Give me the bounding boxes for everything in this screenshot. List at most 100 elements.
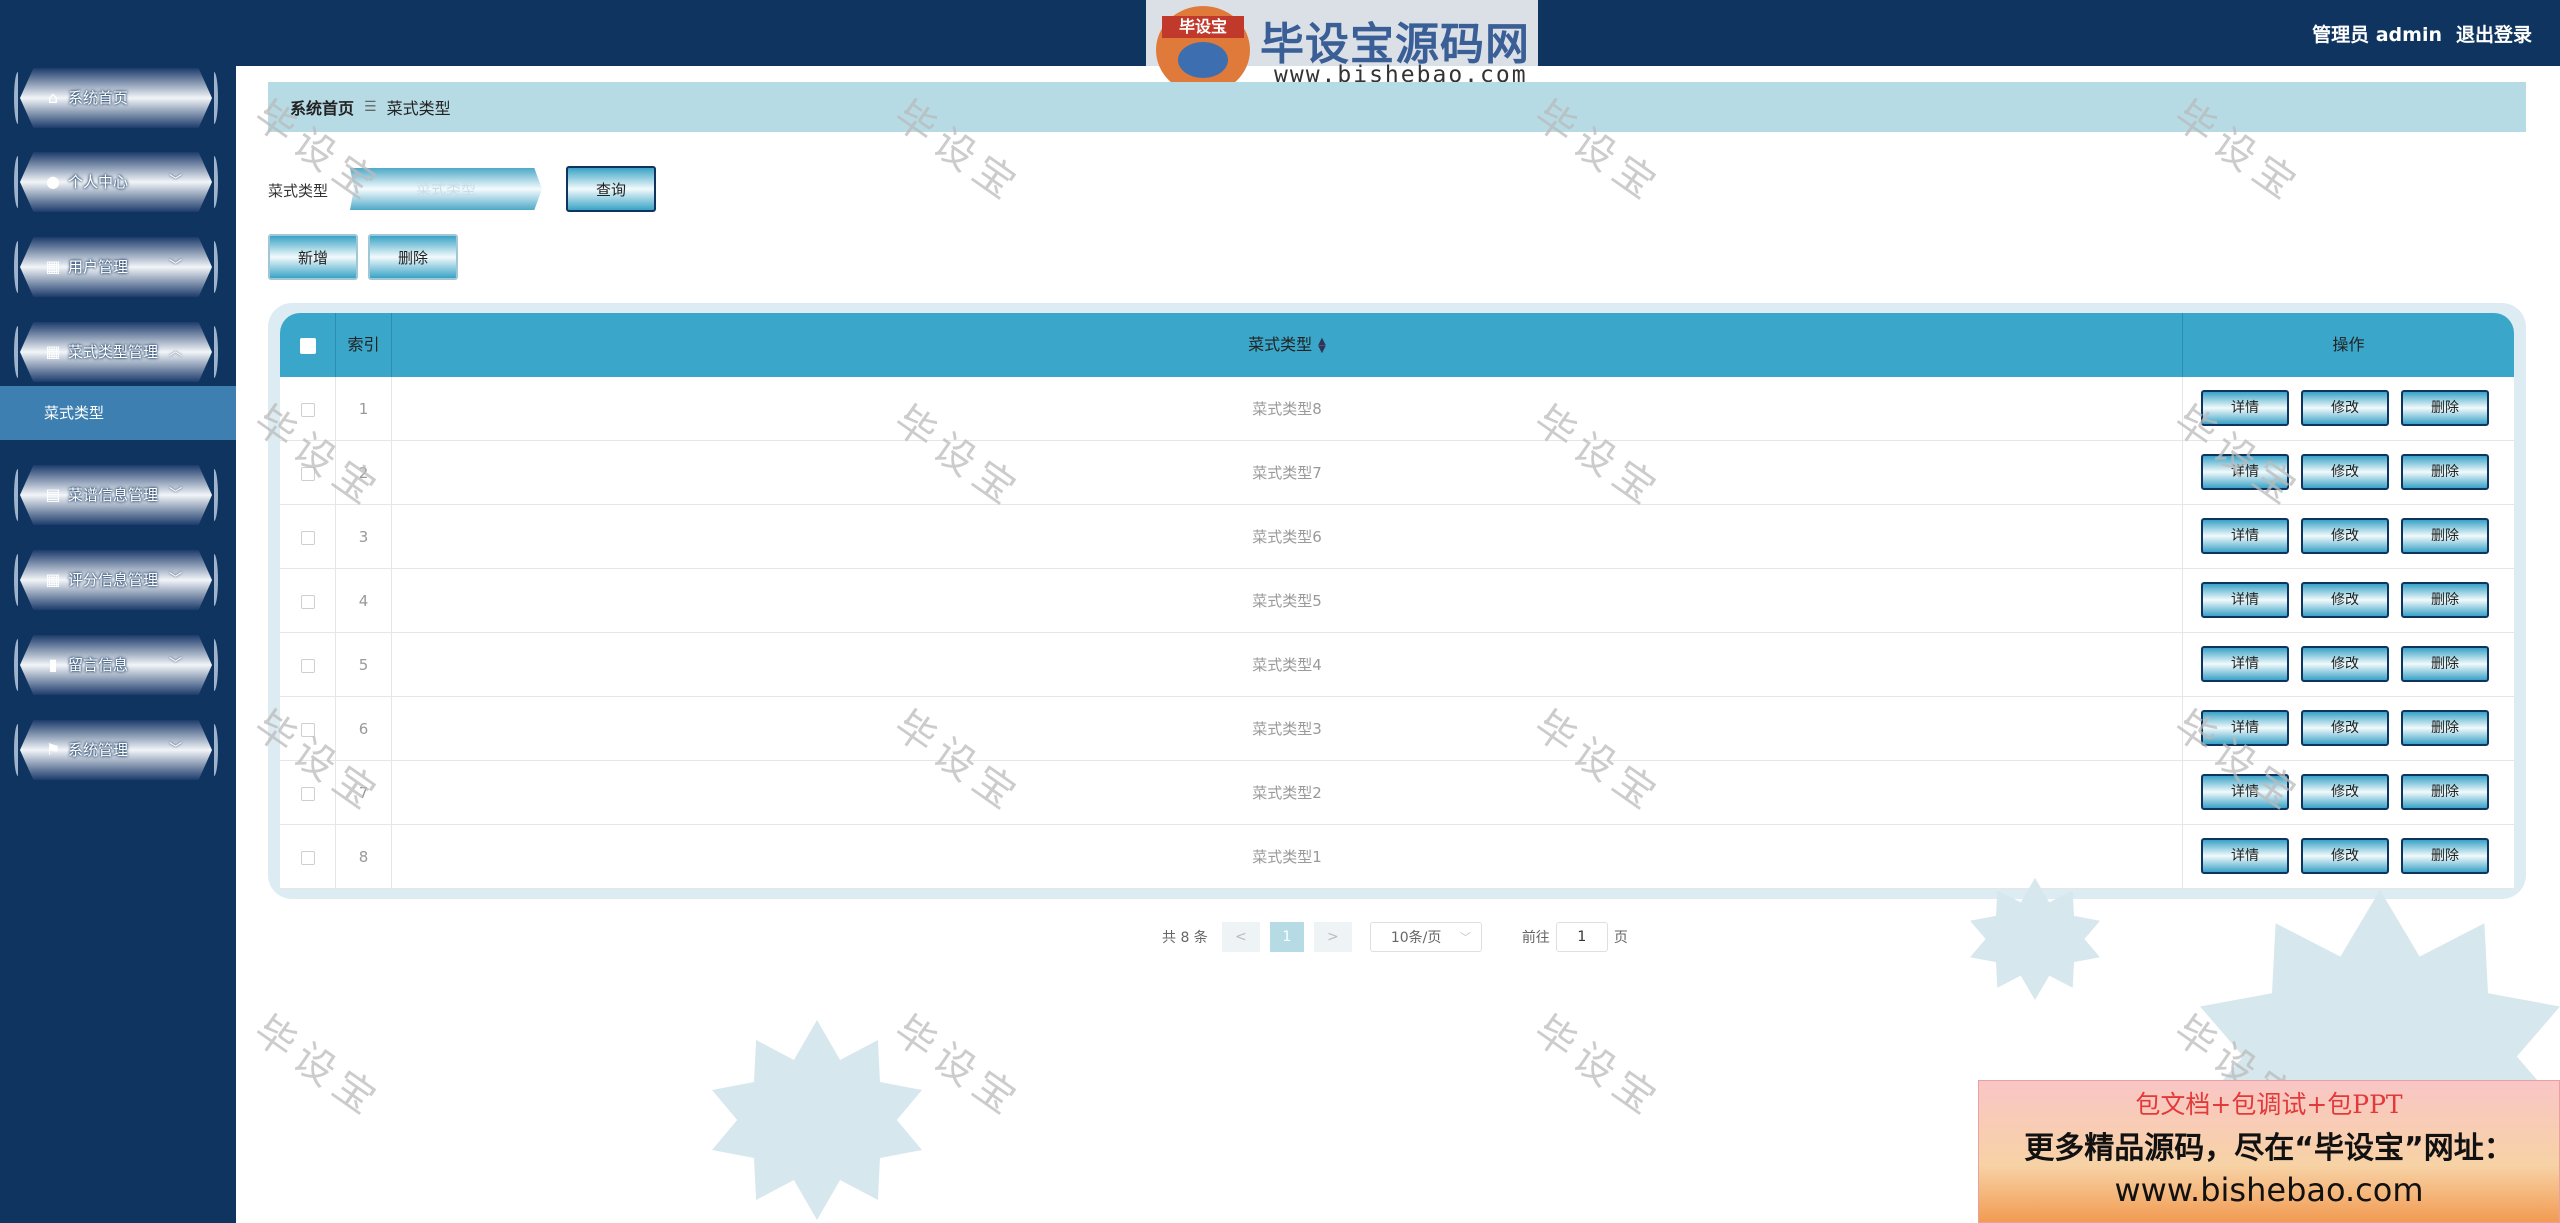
row-checkbox[interactable] <box>300 786 315 801</box>
query-button[interactable]: 查询 <box>566 166 656 212</box>
table-row: 6 菜式类型3 详情 修改 删除 <box>280 697 2514 761</box>
chevron-down-icon: ﹀ <box>168 572 182 587</box>
table-row: 5 菜式类型4 详情 修改 删除 <box>280 633 2514 697</box>
sidebar-item-system-management[interactable]: ⚑ 系统管理 ﹀ <box>14 720 218 780</box>
detail-button[interactable]: 详情 <box>2201 838 2289 874</box>
row-delete-button[interactable]: 删除 <box>2401 774 2489 810</box>
sidebar-item-user-management[interactable]: ▦ 用户管理 ﹀ <box>14 237 218 297</box>
edit-button[interactable]: 修改 <box>2301 774 2389 810</box>
next-page-button[interactable]: > <box>1313 922 1352 952</box>
table-row: 8 菜式类型1 详情 修改 删除 <box>280 825 2514 889</box>
sidebar-item-personal-center[interactable]: ● 个人中心 ﹀ <box>14 152 218 212</box>
row-dish-type: 菜式类型1 <box>392 825 2183 889</box>
row-actions: 详情 修改 删除 <box>2183 825 2514 889</box>
logo-badge: 毕设宝 <box>1162 16 1244 38</box>
chevron-down-icon: ﹀ <box>168 174 182 189</box>
edit-button[interactable]: 修改 <box>2301 646 2389 682</box>
row-delete-button[interactable]: 删除 <box>2401 582 2489 618</box>
table-row: 2 菜式类型7 详情 修改 删除 <box>280 441 2514 505</box>
row-actions: 详情 修改 删除 <box>2183 697 2514 761</box>
sort-icon[interactable]: ▲ ▼ <box>1318 336 1326 354</box>
sidebar-item-messages[interactable]: ▮ 留言信息 ﹀ <box>14 635 218 695</box>
prev-page-button[interactable]: < <box>1221 922 1260 952</box>
sidebar-item-dish-type-management[interactable]: ▦ 菜式类型管理 ︿ <box>14 322 218 382</box>
edit-button[interactable]: 修改 <box>2301 454 2389 490</box>
search-input[interactable] <box>350 168 542 210</box>
row-checkbox[interactable] <box>300 402 315 417</box>
row-delete-button[interactable]: 删除 <box>2401 838 2489 874</box>
grid-icon: ▦ <box>45 342 61 361</box>
watermark-text: 毕设宝 <box>1525 1007 1670 1128</box>
row-actions: 详情 修改 删除 <box>2183 761 2514 825</box>
bar-chart-icon: ▮ <box>48 655 58 674</box>
detail-button[interactable]: 详情 <box>2201 518 2289 554</box>
row-dish-type: 菜式类型2 <box>392 761 2183 825</box>
sidebar-item-label: 系统管理 <box>68 741 129 759</box>
row-delete-button[interactable]: 删除 <box>2401 454 2489 490</box>
table-row: 4 菜式类型5 详情 修改 删除 <box>280 569 2514 633</box>
delete-button[interactable]: 删除 <box>368 234 458 280</box>
sidebar-item-rating-management[interactable]: ▦ 评分信息管理 ﹀ <box>14 550 218 610</box>
search-input-wrapper <box>350 168 542 210</box>
sidebar-item-label: 评分信息管理 <box>68 571 159 589</box>
flag-icon: ⚑ <box>45 740 61 759</box>
promo-line-3: www.bishebao.com <box>2114 1171 2424 1209</box>
sidebar-item-home[interactable]: ⌂ 系统首页 <box>14 68 218 128</box>
home-icon: ⌂ <box>47 88 59 107</box>
chevron-down-icon: ﹀ <box>1459 931 1471 944</box>
row-delete-button[interactable]: 删除 <box>2401 646 2489 682</box>
row-index: 5 <box>336 633 392 697</box>
row-dish-type: 菜式类型7 <box>392 441 2183 505</box>
row-dish-type: 菜式类型4 <box>392 633 2183 697</box>
table-row: 1 菜式类型8 详情 修改 删除 <box>280 377 2514 441</box>
goto-label: 前往 <box>1521 930 1550 946</box>
detail-button[interactable]: 详情 <box>2201 774 2289 810</box>
edit-button[interactable]: 修改 <box>2301 518 2389 554</box>
row-delete-button[interactable]: 删除 <box>2401 390 2489 426</box>
detail-button[interactable]: 详情 <box>2201 390 2289 426</box>
breadcrumb-home[interactable]: 系统首页 <box>290 95 354 119</box>
sidebar-subitem-dish-type[interactable]: 菜式类型 <box>0 386 236 440</box>
sidebar-item-label: 留言信息 <box>68 656 129 674</box>
row-checkbox[interactable] <box>300 658 315 673</box>
grid-icon: ▦ <box>45 257 61 276</box>
detail-button[interactable]: 详情 <box>2201 454 2289 490</box>
sidebar-item-recipe-management[interactable]: ▤ 菜谱信息管理 ﹀ <box>14 465 218 525</box>
row-actions: 详情 修改 删除 <box>2183 505 2514 569</box>
row-dish-type: 菜式类型5 <box>392 569 2183 633</box>
mascot-icon: 毕设宝 <box>1156 6 1250 94</box>
row-checkbox[interactable] <box>300 594 315 609</box>
detail-button[interactable]: 详情 <box>2201 582 2289 618</box>
row-actions: 详情 修改 删除 <box>2183 441 2514 505</box>
logout-link[interactable]: 退出登录 <box>2456 20 2532 47</box>
table-row: 7 菜式类型2 详情 修改 删除 <box>280 761 2514 825</box>
row-delete-button[interactable]: 删除 <box>2401 518 2489 554</box>
add-button[interactable]: 新增 <box>268 234 358 280</box>
edit-button[interactable]: 修改 <box>2301 710 2389 746</box>
row-checkbox[interactable] <box>300 466 315 481</box>
page-size-select[interactable]: 10条/页 ﹀ <box>1369 922 1482 952</box>
detail-button[interactable]: 详情 <box>2201 710 2289 746</box>
row-dish-type: 菜式类型3 <box>392 697 2183 761</box>
goto-page-input[interactable] <box>1555 922 1608 952</box>
column-header-index: 索引 <box>336 313 392 377</box>
user-area: 管理员 admin 退出登录 <box>2312 20 2532 47</box>
sidebar-item-label: 个人中心 <box>68 173 129 191</box>
row-index: 7 <box>336 761 392 825</box>
row-checkbox[interactable] <box>300 530 315 545</box>
sidebar-item-label: 系统首页 <box>68 89 129 107</box>
edit-button[interactable]: 修改 <box>2301 838 2389 874</box>
column-header-dish-type[interactable]: 菜式类型 ▲ ▼ <box>392 313 2183 377</box>
row-checkbox[interactable] <box>300 722 315 737</box>
row-checkbox[interactable] <box>300 850 315 865</box>
page-number-button[interactable]: 1 <box>1269 922 1304 952</box>
sidebar-item-label: 菜谱信息管理 <box>68 486 159 504</box>
row-index: 4 <box>336 569 392 633</box>
edit-button[interactable]: 修改 <box>2301 390 2389 426</box>
detail-button[interactable]: 详情 <box>2201 646 2289 682</box>
table-header: 索引 菜式类型 ▲ ▼ 操作 <box>280 313 2514 377</box>
row-actions: 详情 修改 删除 <box>2183 633 2514 697</box>
select-all-checkbox[interactable] <box>299 337 316 354</box>
row-delete-button[interactable]: 删除 <box>2401 710 2489 746</box>
edit-button[interactable]: 修改 <box>2301 582 2389 618</box>
